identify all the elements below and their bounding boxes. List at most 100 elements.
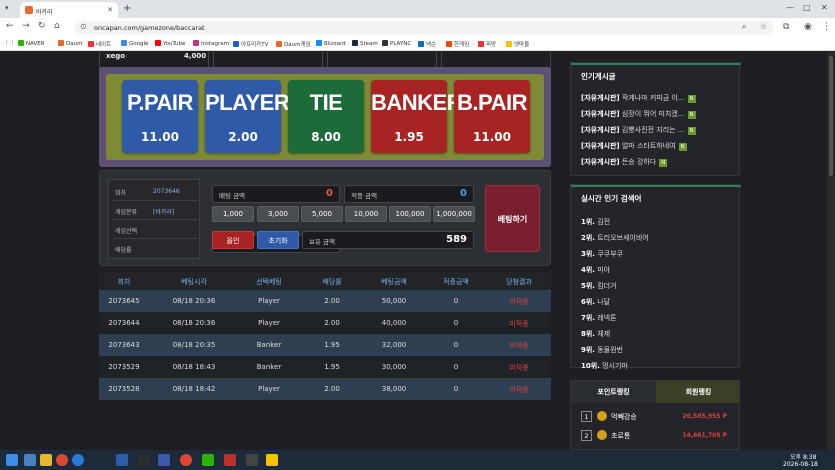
page-scrollbar[interactable] xyxy=(827,52,835,450)
chrome-icon[interactable] xyxy=(56,454,68,466)
bet-card-banker-pair[interactable]: B.PAIR 11.00 xyxy=(454,80,530,153)
home-icon[interactable]: ⌂ xyxy=(54,21,60,31)
extensions-icon[interactable]: ⧉ xyxy=(783,22,789,32)
maximize-icon[interactable]: ▢ xyxy=(803,3,811,12)
bookmark-naver[interactable]: NAVER xyxy=(18,40,45,47)
search-keyword-item[interactable]: 10위. 멍시기마 xyxy=(581,361,628,371)
chip-10000-button[interactable]: 10,000 xyxy=(345,206,387,222)
bookmark-nexon[interactable]: 넥슨 xyxy=(418,40,436,48)
tab-close-icon[interactable]: ✕ xyxy=(107,6,113,14)
balance-field: 보유 금액 589 xyxy=(302,231,474,249)
bookmark-daum-game[interactable]: Daum게임 xyxy=(276,40,311,48)
bookmark-nate[interactable]: 네이트 xyxy=(88,40,111,48)
bookmark-star-icon[interactable]: ☆ xyxy=(760,22,767,31)
bet-card-player-pair[interactable]: P.PAIR 11.00 xyxy=(122,80,198,153)
chip-100000-button[interactable]: 100,000 xyxy=(389,206,431,222)
bookmark-pmang[interactable]: 피망 xyxy=(478,40,496,48)
site-info-icon[interactable]: ⊙ xyxy=(80,22,87,31)
bookmark-youtube[interactable]: YouTube xyxy=(155,40,185,47)
bookmark-google[interactable]: Google xyxy=(121,40,148,47)
url-bar[interactable]: ⊙ oncapan.com/gamezone/baccarat ⌕ ☆ xyxy=(74,21,774,35)
table-row[interactable]: 2073645 08/18 20:36 Player 2.00 50,000 0 미적중 xyxy=(99,290,551,312)
search-keyword-item[interactable]: 4위. 미아 xyxy=(581,265,610,275)
realtime-search-title: 실시간 인기 검색어 xyxy=(571,185,741,205)
app-icon[interactable] xyxy=(224,454,236,466)
chip-1000-button[interactable]: 1,000 xyxy=(212,206,254,222)
chip-3000-button[interactable]: 3,000 xyxy=(257,206,299,222)
clock-date: 2026-08-18 xyxy=(783,461,818,468)
search-keyword-item[interactable]: 5위. 킴더거 xyxy=(581,281,617,291)
col-header: 베팅시각 xyxy=(181,278,207,286)
tab-point-ranking[interactable]: 포인트랭킹 xyxy=(571,381,656,403)
bookmark-steam[interactable]: Steam xyxy=(352,40,378,47)
app-icon[interactable] xyxy=(138,454,150,466)
url-text: oncapan.com/gamezone/baccarat xyxy=(94,24,205,32)
edge-icon[interactable] xyxy=(72,454,84,466)
line-icon[interactable] xyxy=(202,454,214,466)
file-explorer-icon[interactable] xyxy=(40,454,52,466)
popular-post-item[interactable]: [자유게시판] 김뿡사진전 지리는 ... N xyxy=(581,125,696,135)
reload-icon[interactable]: ↻ xyxy=(38,21,46,31)
table-row[interactable]: 2073643 08/18 20:35 Banker 1.95 32,000 0 미적중 xyxy=(99,334,551,356)
bet-card-tie[interactable]: TIE 8.00 xyxy=(288,80,364,153)
back-icon[interactable]: ← xyxy=(6,21,14,31)
task-view-icon[interactable] xyxy=(24,454,36,466)
bet-card-banker[interactable]: BANKER 1.95 xyxy=(371,80,463,153)
table-row[interactable]: 2073528 08/18 18:42 Player 2.00 38,000 0 미적중 xyxy=(99,378,551,400)
minimize-icon[interactable]: — xyxy=(786,3,794,12)
profile-icon[interactable]: ◉ xyxy=(804,22,812,32)
bookmark-afreecatv[interactable]: 아프리카TV xyxy=(233,40,268,48)
app-icon[interactable] xyxy=(158,454,170,466)
chrome-icon[interactable] xyxy=(180,454,192,466)
ranking-panel: 포인트랭킹 회원랭킹 1 먹빼강승 20,585,955 P 2 초로통 14,66… xyxy=(570,380,740,450)
search-keyword-item[interactable]: 1위. 김전 xyxy=(581,217,610,227)
reset-button[interactable]: 초기화 xyxy=(257,231,299,249)
odds-label: 배당률 xyxy=(115,247,132,254)
menu-icon[interactable]: ⋮ xyxy=(822,22,831,32)
search-keyword-item[interactable]: 2위. 트리오브세이비어 xyxy=(581,233,649,243)
search-keyword-item[interactable]: 3위. 쿠쿠부쿠 xyxy=(581,249,623,259)
ranking-item[interactable]: 1 먹빼강승 20,585,955 P xyxy=(581,409,731,425)
place-bet-button[interactable]: 베팅하기 xyxy=(485,185,540,252)
bet-card-odds: 11.00 xyxy=(141,130,179,144)
tab-search-icon[interactable]: ▾ xyxy=(5,4,9,12)
app-icon[interactable] xyxy=(246,454,258,466)
site-favicon-icon xyxy=(25,6,33,14)
table-row[interactable]: 2073529 08/18 18:43 Banker 1.95 30,000 0 미적중 xyxy=(99,356,551,378)
apps-icon[interactable]: ⋮⋮ xyxy=(4,40,15,46)
bookmark-plaync[interactable]: PLAYNC xyxy=(382,40,411,47)
bet-card-player[interactable]: PLAYER 2.00 xyxy=(205,80,290,153)
browser-tab[interactable]: 바카라 ✕ xyxy=(20,2,118,18)
search-keyword-item[interactable]: 8위. 체제 xyxy=(581,329,610,339)
ranking-item[interactable]: 2 초로통 14,661,705 P xyxy=(581,428,731,444)
bookmark-blizzard[interactable]: Blizzard xyxy=(316,40,346,47)
bet-card-name: PLAYER xyxy=(205,90,290,115)
search-keyword-item[interactable]: 9위. 동물원번 xyxy=(581,345,623,355)
zoom-icon[interactable]: ⌕ xyxy=(742,22,746,32)
popular-post-item[interactable]: [자유게시판] 든승 강하다 N xyxy=(581,157,668,167)
col-header: 선택베팅 xyxy=(256,278,282,286)
popular-post-item[interactable]: [자유게시판] 얼마 스타트하네여 N xyxy=(581,141,687,151)
chip-1000000-button[interactable]: 1,000,000 xyxy=(433,206,475,222)
popular-post-item[interactable]: [자유게시판] 작게나마 커피금 이... N xyxy=(581,93,696,103)
bookmark-netmarble[interactable]: 넷마블 xyxy=(506,40,529,48)
new-tab-icon[interactable]: + xyxy=(123,3,131,14)
close-window-icon[interactable]: ✕ xyxy=(821,3,828,12)
bookmark-daum[interactable]: Daum xyxy=(58,40,82,47)
kakaotalk-icon[interactable] xyxy=(266,454,278,466)
tab-member-ranking[interactable]: 회원랭킹 xyxy=(656,381,739,403)
bookmark-instagram[interactable]: Instagram xyxy=(193,40,229,47)
app-icon[interactable] xyxy=(116,454,128,466)
popular-post-item[interactable]: [자유게시판] 심장이 뛰어 미치겠... N xyxy=(581,109,696,119)
table-row[interactable]: 2073644 08/18 20:36 Player 2.00 40,000 0 미적중 xyxy=(99,312,551,334)
bet-amount-value: 0 xyxy=(326,188,333,199)
allin-button[interactable]: 올인 xyxy=(212,231,254,249)
forward-icon[interactable]: → xyxy=(22,21,30,31)
search-keyword-item[interactable]: 6위. 나달 xyxy=(581,297,610,307)
start-icon[interactable] xyxy=(6,454,18,466)
chip-5000-button[interactable]: 5,000 xyxy=(301,206,343,222)
col-header: 적중금액 xyxy=(443,278,469,286)
bookmark-hangame[interactable]: 한게임 xyxy=(446,40,469,48)
search-keyword-item[interactable]: 7위. 레넥톤 xyxy=(581,313,617,323)
bet-card-odds: 1.95 xyxy=(394,130,424,144)
